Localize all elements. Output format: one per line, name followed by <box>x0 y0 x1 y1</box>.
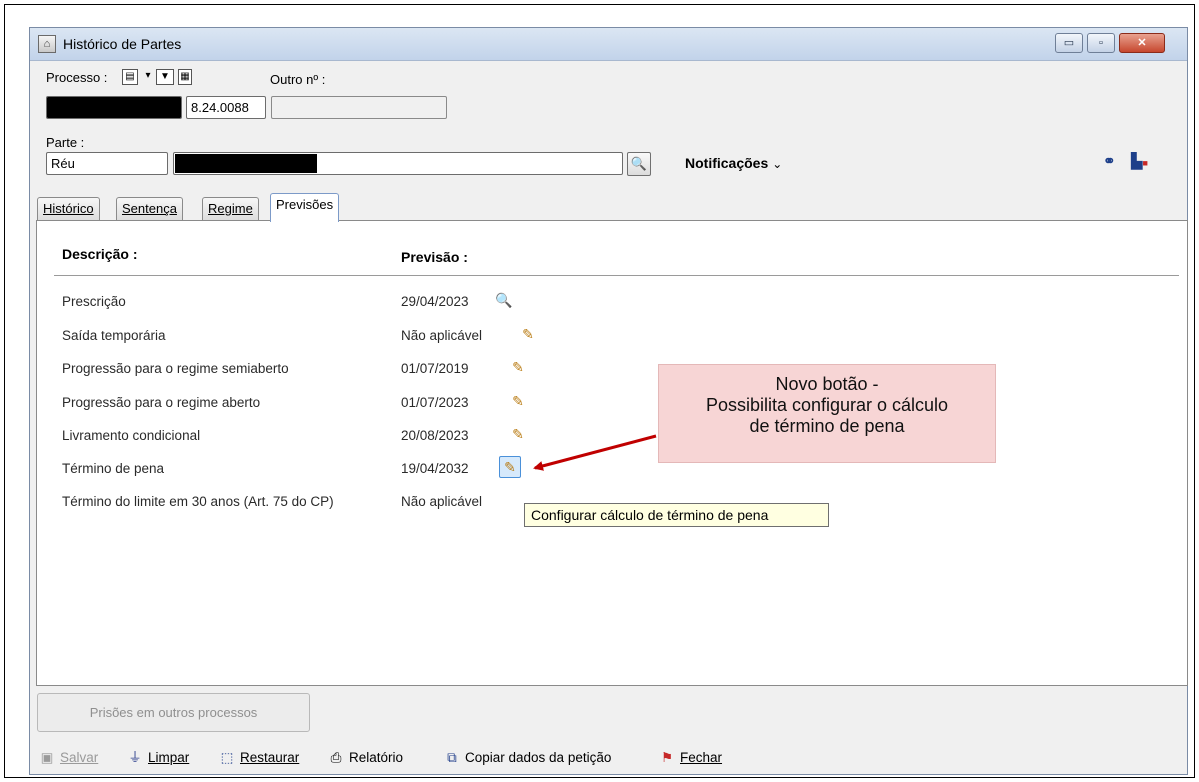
tab-regime[interactable]: Regime <box>202 197 259 221</box>
maximize-button[interactable]: ▫ <box>1087 33 1115 53</box>
tab-label: Histórico <box>43 201 94 216</box>
row-descricao: Progressão para o regime semiaberto <box>62 361 289 376</box>
notificacoes-label: Notificações <box>685 155 769 171</box>
processo-label: Processo : <box>46 70 108 85</box>
row-previsao: 01/07/2023 <box>401 395 469 410</box>
row-descricao: Término de pena <box>62 461 165 476</box>
previsoes-panel <box>36 220 1188 686</box>
tab-sentenca[interactable]: Sentença <box>116 197 183 221</box>
bottom-toolbar: ▣ Salvar ⏚ Limpar ⬚ Restaurar ⎙ Relatório ⧉ C… <box>38 747 1178 769</box>
pencil-icon: ✎ <box>522 326 534 342</box>
relatorio-button[interactable]: ⎙ Relatório <box>327 747 403 769</box>
outro-numero-label: Outro nº : <box>270 72 326 87</box>
close-button[interactable]: ✕ <box>1119 33 1165 53</box>
tab-label: Regime <box>208 201 253 216</box>
salvar-button[interactable]: ▣ Salvar <box>38 747 99 769</box>
search-icon: 🔍 <box>495 292 513 308</box>
copiar-dados-peticao-button[interactable]: ⧉ Copiar dados da petição <box>443 747 611 769</box>
row-descricao: Saída temporária <box>62 328 166 343</box>
tab-previsoes[interactable]: Previsões <box>270 193 340 222</box>
row-descricao: Progressão para o regime aberto <box>62 395 261 410</box>
row-descricao: Término do limite em 30 anos (Art. 75 do… <box>62 494 334 509</box>
row-previsao: Não aplicável <box>401 328 483 343</box>
window-title: Histórico de Partes <box>63 36 182 52</box>
edit-livramento-button[interactable]: ✎ <box>507 424 529 446</box>
header-divider <box>54 275 1179 276</box>
pencil-icon: ✎ <box>504 459 516 475</box>
view-prescricao-button[interactable]: 🔍 <box>493 290 515 312</box>
title-bar: ⌂ Histórico de Partes ▭ ▫ ✕ <box>30 28 1187 61</box>
historico-partes-window: ⌂ Histórico de Partes ▭ ▫ ✕ Processo : ▤… <box>29 27 1188 775</box>
parte-nome-field[interactable] <box>173 152 623 175</box>
column-header-previsao: Previsão : <box>401 249 468 265</box>
edit-aberto-button[interactable]: ✎ <box>507 391 529 413</box>
edit-saida-temporaria-button[interactable]: ✎ <box>517 324 539 346</box>
limpar-button[interactable]: ⏚ Limpar <box>126 747 189 769</box>
broom-icon: ⏚ <box>128 750 142 765</box>
minimize-button[interactable]: ▭ <box>1055 33 1083 53</box>
notificacoes-dropdown[interactable]: Notificações ⌄ <box>685 155 782 171</box>
outro-numero-field[interactable] <box>271 96 447 119</box>
binoculars-icon[interactable]: ⚭ <box>1103 152 1116 172</box>
redacted-block <box>175 154 317 173</box>
row-previsao: 20/08/2023 <box>401 428 469 443</box>
pencil-icon: ✎ <box>512 359 524 375</box>
processo-suffix-field[interactable]: 8.24.0088 <box>186 96 266 119</box>
copy-icon: ⧉ <box>447 750 457 765</box>
parte-label: Parte : <box>46 135 85 150</box>
parte-search-button[interactable]: 🔍 <box>627 152 651 176</box>
chevron-down-icon: ⌄ <box>772 157 783 171</box>
pencil-icon: ✎ <box>512 393 524 409</box>
restaurar-button[interactable]: ⬚ Restaurar <box>218 747 300 769</box>
callout-line: Possibilita configurar o cálculo <box>705 395 949 415</box>
row-previsao: Não aplicável <box>401 494 483 509</box>
search-icon: 🔍 <box>630 156 648 171</box>
prisoes-outros-processos-button[interactable]: Prisões em outros processos <box>37 693 310 732</box>
tab-label: Previsões <box>276 197 334 212</box>
calculator-icon[interactable]: ▦ <box>178 69 192 85</box>
tooltip: Configurar cálculo de término de pena <box>524 503 829 527</box>
edit-semiaberto-button[interactable]: ✎ <box>507 357 529 379</box>
document-icon[interactable]: ▤ <box>122 69 138 85</box>
dropdown-arrow-icon[interactable]: ▾ <box>140 69 156 85</box>
fechar-button[interactable]: ⚑ Fechar <box>658 747 722 769</box>
tab-label: Sentença <box>122 201 177 216</box>
save-icon: ▣ <box>40 750 54 765</box>
pencil-icon: ✎ <box>512 426 524 442</box>
row-previsao: 19/04/2032 <box>401 461 469 476</box>
printer-icon: ⎙ <box>330 750 342 765</box>
row-previsao: 01/07/2019 <box>401 361 469 376</box>
redacted-block <box>47 97 181 118</box>
callout-line: Novo botão - <box>775 374 879 394</box>
configurar-termino-pena-button[interactable]: ✎ <box>499 456 521 478</box>
processo-number-field[interactable] <box>46 96 182 119</box>
row-previsao: 29/04/2023 <box>401 294 469 309</box>
exit-sign-icon: ⚑ <box>660 750 674 765</box>
row-descricao: Livramento condicional <box>62 428 201 443</box>
dropdown-icon[interactable]: ▼ <box>156 69 174 85</box>
callout-line: de término de pena <box>749 416 905 436</box>
restore-icon: ⬚ <box>220 750 234 765</box>
user-badge-icon[interactable]: ▙■ <box>1131 152 1148 173</box>
row-descricao: Prescrição <box>62 294 126 309</box>
column-header-descricao: Descrição : <box>62 246 138 262</box>
callout-annotation: Novo botão - Possibilita configurar o cá… <box>658 364 996 463</box>
app-icon: ⌂ <box>38 35 56 53</box>
tab-historico[interactable]: Histórico <box>37 197 100 221</box>
parte-tipo-field[interactable]: Réu <box>46 152 168 175</box>
